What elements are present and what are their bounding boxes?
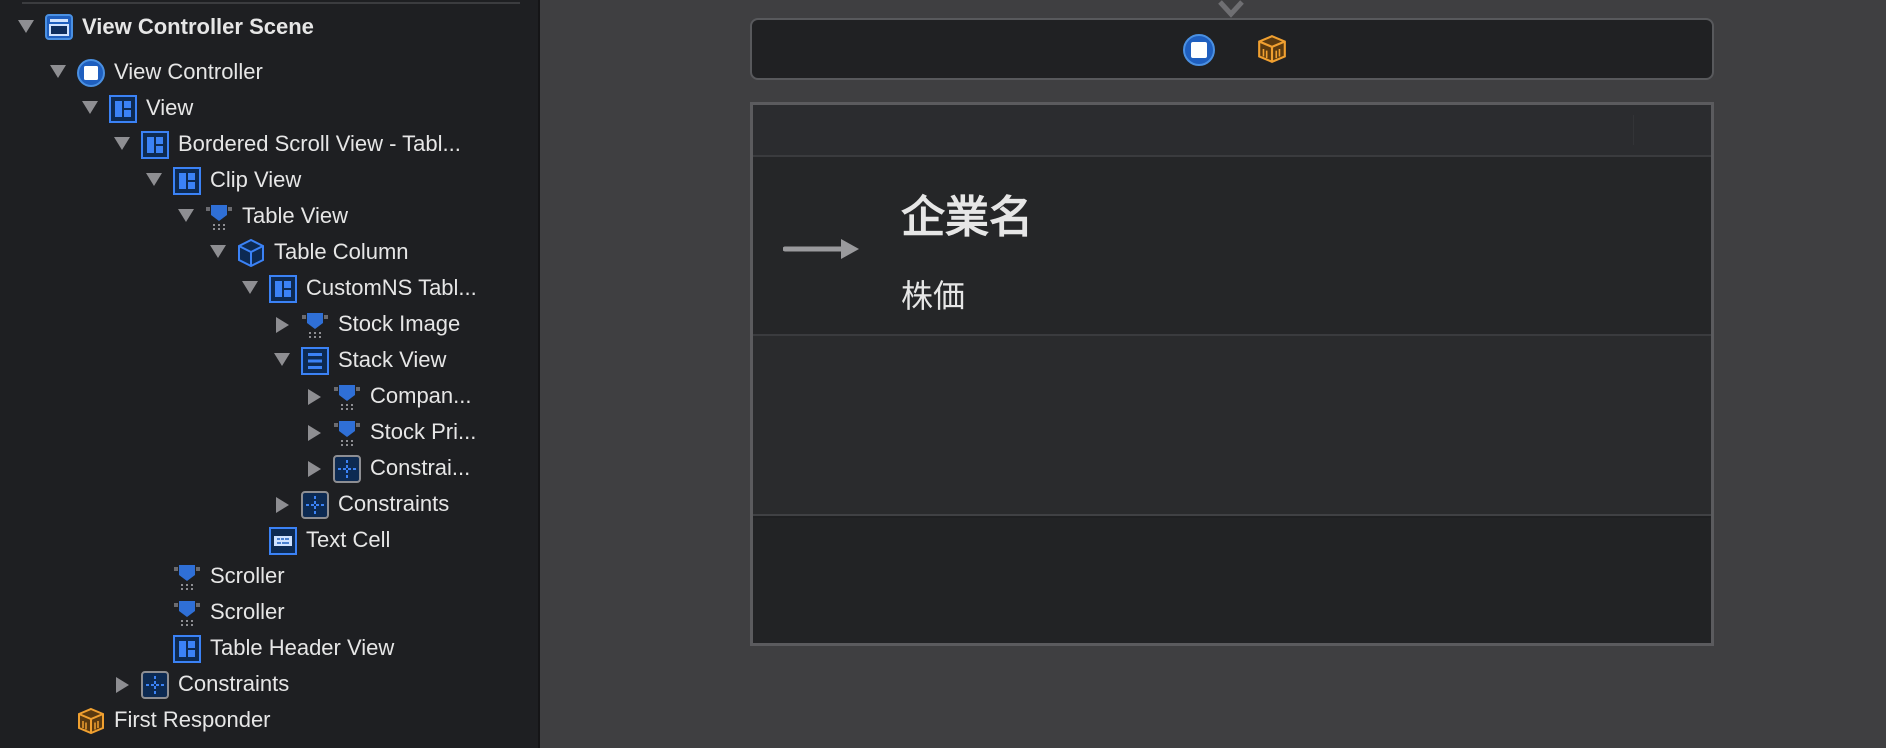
column-separator xyxy=(1633,115,1634,145)
outline-item-label: Table Column xyxy=(274,239,409,264)
outline-item-label: Compan... xyxy=(370,383,472,408)
segue-arrow-icon xyxy=(1218,0,1244,18)
text-field-icon xyxy=(332,418,362,446)
stock-image-arrow-icon xyxy=(783,239,859,259)
view-icon xyxy=(108,94,138,123)
outline-item-label: Constraints xyxy=(338,491,450,516)
table-view-icon xyxy=(204,202,234,230)
view-controller-icon xyxy=(76,58,106,87)
outline-divider xyxy=(22,2,520,4)
view-icon xyxy=(172,166,202,195)
outline-item-label: Bordered Scroll View - Tabl... xyxy=(178,131,461,156)
disclosure-collapsed-icon[interactable] xyxy=(274,486,294,522)
outline-item-label: Text Cell xyxy=(306,527,391,552)
image-view-icon xyxy=(300,310,330,338)
disclosure-collapsed-icon[interactable] xyxy=(306,378,326,414)
disclosure-expanded-icon[interactable] xyxy=(16,9,36,45)
table-row[interactable]: 企業名 株価 xyxy=(753,157,1711,336)
text-field-icon xyxy=(332,382,362,410)
outline-item-label: View Controller xyxy=(114,59,263,84)
disclosure-expanded-icon[interactable] xyxy=(48,54,68,90)
constraints-icon xyxy=(300,490,330,519)
disclosure-expanded-icon[interactable] xyxy=(80,90,100,126)
outline-item-label: First Responder xyxy=(114,707,271,732)
disclosure-collapsed-icon[interactable] xyxy=(306,450,326,486)
first-responder-icon[interactable] xyxy=(1256,33,1288,65)
disclosure-expanded-icon[interactable] xyxy=(176,198,196,234)
outline-item-label: Scroller xyxy=(210,599,285,624)
view-icon xyxy=(268,274,298,303)
scroller-icon xyxy=(172,598,202,626)
stack-view-icon xyxy=(300,346,330,375)
view-controller-icon[interactable] xyxy=(1182,33,1216,67)
table-header-view[interactable] xyxy=(753,105,1711,157)
outline-item-label: Table View xyxy=(242,203,348,228)
outline-item-label: Stack View xyxy=(338,347,447,372)
table-row[interactable] xyxy=(753,336,1711,516)
disclosure-expanded-icon[interactable] xyxy=(208,234,228,270)
outline-item-label: Table Header View xyxy=(210,635,395,660)
scene-icon xyxy=(44,13,74,41)
disclosure-expanded-icon[interactable] xyxy=(240,270,260,306)
stock-price-label[interactable]: 株価 xyxy=(901,271,965,317)
outline-item-label: Stock Image xyxy=(338,311,461,336)
outline-item-label: Stock Pri... xyxy=(370,419,477,444)
disclosure-expanded-icon[interactable] xyxy=(144,162,164,198)
text-cell-icon xyxy=(268,526,298,555)
view-canvas[interactable]: 企業名 株価 xyxy=(750,102,1714,646)
first-responder-icon xyxy=(76,706,106,735)
disclosure-expanded-icon[interactable] xyxy=(272,342,292,378)
disclosure-collapsed-icon[interactable] xyxy=(114,666,134,702)
scene-dock[interactable] xyxy=(750,18,1714,80)
outline-item-label: Constrai... xyxy=(370,455,471,480)
disclosure-collapsed-icon[interactable] xyxy=(274,306,294,342)
outline-item-label: Scroller xyxy=(210,563,285,588)
constraints-icon xyxy=(332,454,362,483)
view-icon xyxy=(172,634,202,663)
outline-item-label: Constraints xyxy=(178,671,290,696)
outline-item-label: Clip View xyxy=(210,167,302,192)
constraints-icon xyxy=(140,670,170,699)
view-icon xyxy=(140,130,170,159)
scroller-icon xyxy=(172,562,202,590)
disclosure-collapsed-icon[interactable] xyxy=(306,414,326,450)
outline-item-label: View Controller Scene xyxy=(82,14,314,39)
document-outline: View Controller Scene View Controller Vi… xyxy=(0,0,540,748)
cube-icon xyxy=(236,238,266,268)
outline-item-label: CustomNS Tabl... xyxy=(306,275,477,300)
table-row[interactable] xyxy=(753,518,1711,643)
company-name-label[interactable]: 企業名 xyxy=(901,181,1033,245)
outline-item-label: View xyxy=(146,95,194,120)
disclosure-expanded-icon[interactable] xyxy=(112,126,132,162)
